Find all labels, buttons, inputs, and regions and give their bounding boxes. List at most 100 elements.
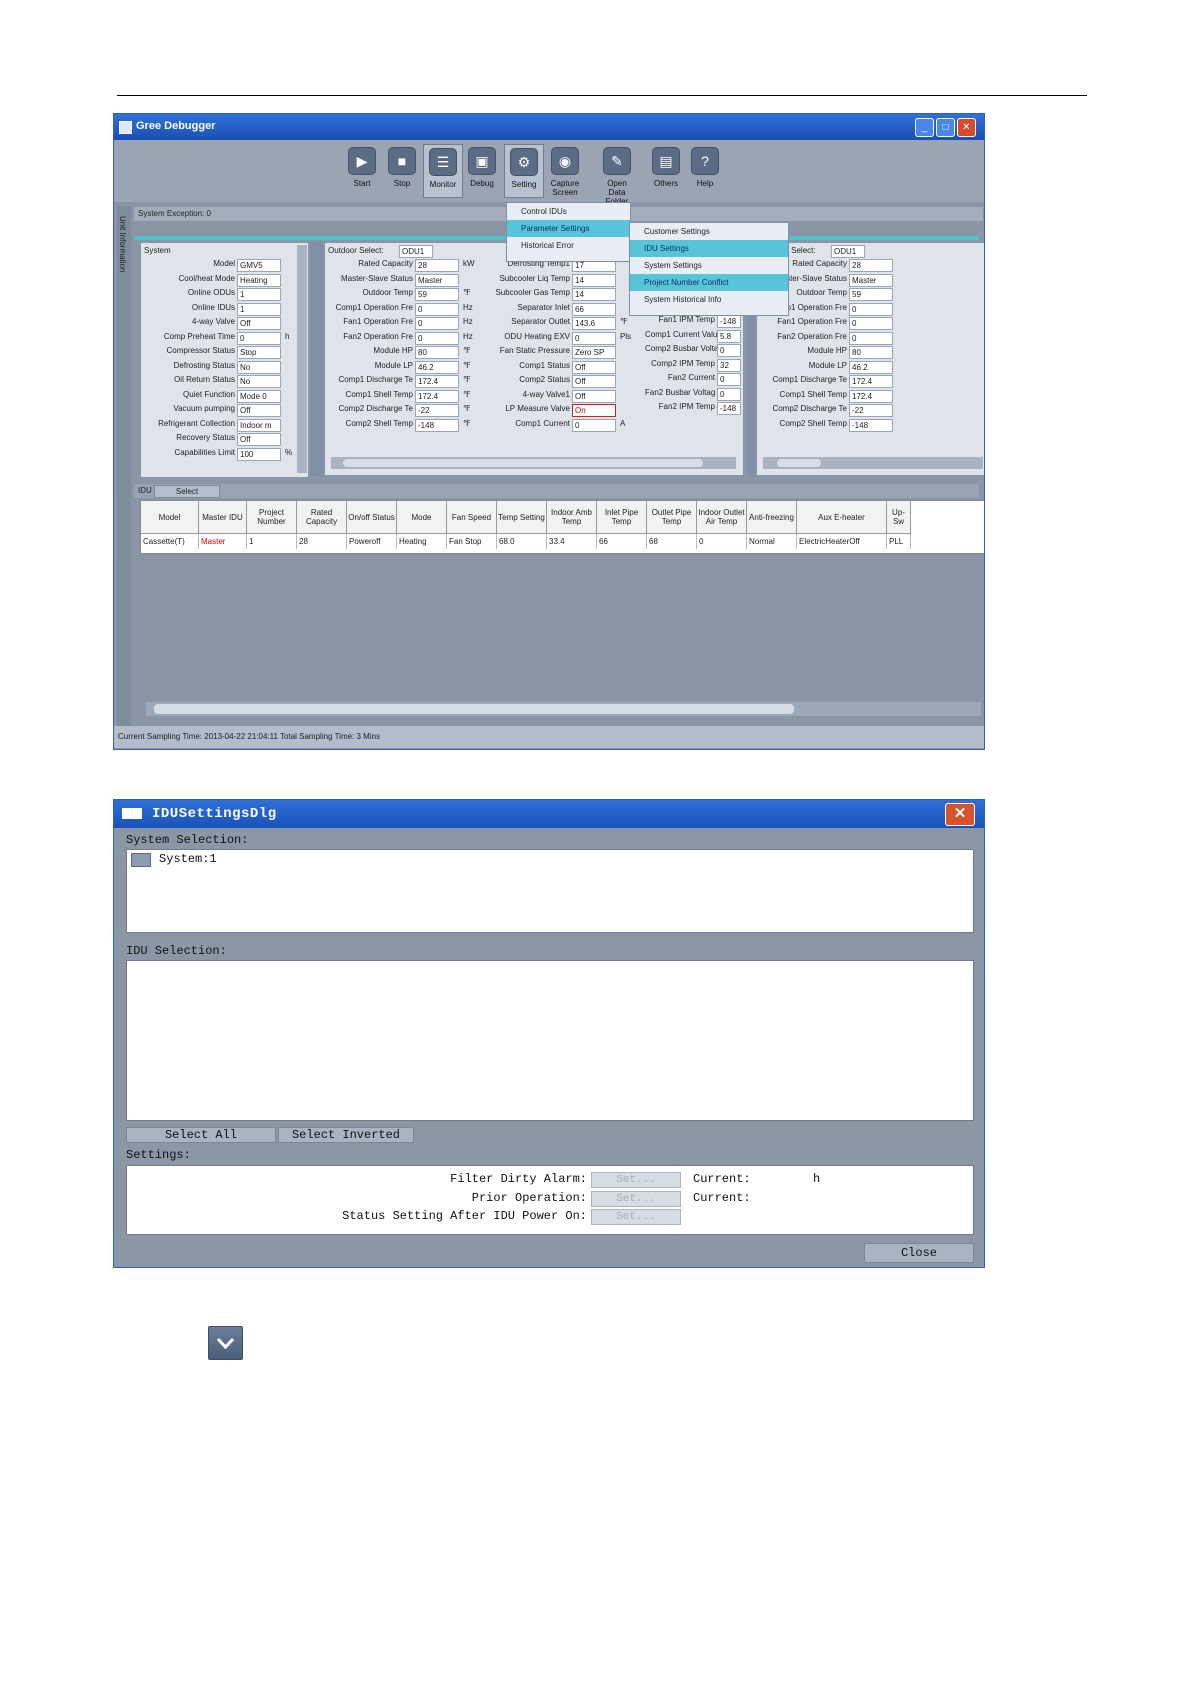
table-header[interactable]: Mode (397, 501, 447, 534)
table-header[interactable]: Temp Setting (497, 501, 547, 534)
table-header[interactable]: Indoor Outlet Air Temp (697, 501, 747, 534)
param-label: Module LP (808, 360, 847, 370)
param-unit: ℉ (463, 389, 471, 399)
outdoor-select-dropdown[interactable]: ODU1 (399, 245, 433, 258)
select-inverted-button[interactable]: Select Inverted (278, 1127, 414, 1143)
param-value: 28 (849, 259, 893, 272)
toolbar-help[interactable]: ? Help (686, 144, 724, 196)
system-checkbox[interactable] (131, 853, 151, 867)
system-panel-scrollbar[interactable] (297, 245, 307, 473)
unit-information-tab[interactable]: Unit Information (117, 206, 131, 736)
param-row: Fan2 IPM Temp -148 (645, 402, 741, 417)
table-header[interactable]: Model (141, 501, 199, 534)
param-value: 0 (849, 317, 893, 330)
table-header[interactable]: Anti-freezing (747, 501, 797, 534)
param-label: Fan2 Operation Fre (777, 331, 847, 341)
param-label: Comp2 Shell Temp (779, 418, 847, 428)
toolbar-start[interactable]: ▶ Start (343, 144, 381, 196)
submenu-system-historical-info[interactable]: System Historical Info (630, 291, 788, 308)
param-row: ODU Heating EXV 0 Pls (490, 331, 640, 347)
param-value: 59 (849, 288, 893, 301)
table-cell: Cassette(T) (141, 534, 199, 549)
toolbar-open-data-folder[interactable]: ✎Open Data Folder (598, 144, 636, 206)
idu-select-button[interactable]: Select (154, 485, 220, 498)
submenu-project-number-conflict[interactable]: Project Number Conflict (630, 274, 788, 291)
table-cell: 68 (647, 534, 697, 549)
param-row: Comp1 Shell Temp 172.4 ℉ (325, 389, 485, 405)
toolbar-others[interactable]: ▤ Others (647, 144, 685, 196)
param-value: 0 (572, 418, 616, 432)
param-row: Compressor Status Stop (141, 346, 297, 361)
param-value: -148 (717, 402, 741, 415)
table-header[interactable]: Master IDU (199, 501, 247, 534)
table-cell: 66 (597, 534, 647, 549)
menu-historical-error[interactable]: Historical Error (507, 237, 630, 254)
param-value: 0 (717, 387, 741, 401)
table-header[interactable]: Project Number (247, 501, 297, 534)
param-value: On (572, 404, 616, 417)
close-icon[interactable]: ✕ (957, 118, 976, 137)
prior-operation-set-button[interactable]: Set... (591, 1191, 681, 1207)
table-cell: Normal (747, 534, 797, 549)
toolbar-stop[interactable]: ■ Stop (383, 144, 421, 196)
filter-dirty-current-label: Current: (693, 1172, 751, 1186)
select-all-button[interactable]: Select All (126, 1127, 276, 1143)
minimize-button[interactable]: _ (915, 118, 934, 137)
param-row: Defrosting Status No (141, 360, 297, 376)
app-icon (119, 121, 132, 134)
param-row: LP Measure Valve On (490, 404, 640, 419)
param-label: Fan2 Busbar Voltag (645, 387, 716, 397)
param-value: 5.8 (717, 329, 741, 343)
table-cell: Heating (397, 534, 447, 549)
menu-parameter-settings[interactable]: Parameter Settings (507, 220, 630, 237)
param-row: Recovery Status Off (141, 433, 297, 448)
param-row: Comp1 Discharge Te 172.4 ℉ (325, 375, 485, 390)
toolbar-capture-screen[interactable]: ◉ Capture Screen (546, 144, 584, 197)
submenu-system-settings[interactable]: System Settings (630, 257, 788, 274)
param-row: Separator Inlet 66 (490, 302, 640, 318)
table-header[interactable]: Inlet Pipe Temp (597, 501, 647, 534)
param-value: 1 (237, 288, 281, 301)
outdoor-right-hscroll[interactable] (763, 457, 983, 469)
param-value: 46.2 (415, 360, 459, 374)
param-value: 66 (572, 302, 616, 316)
param-value: 14 (572, 288, 616, 301)
toolbar-monitor[interactable]: ☰ Monitor (423, 144, 463, 198)
toolbar-debug[interactable]: ▣ Debug (463, 144, 501, 196)
main-hscroll[interactable] (146, 702, 981, 716)
close-button[interactable]: Close (864, 1243, 974, 1263)
table-header[interactable]: Rated Capacity (297, 501, 347, 534)
status-after-power-on-set-button[interactable]: Set... (591, 1209, 681, 1225)
param-unit: kW (463, 259, 475, 268)
param-value: 0 (849, 331, 893, 345)
submenu-idu-settings[interactable]: IDU Settings (630, 240, 788, 257)
filter-dirty-alarm-set-button[interactable]: Set... (591, 1172, 681, 1188)
param-value: No (237, 375, 281, 388)
param-value: 172.4 (415, 375, 459, 388)
outdoor-right-select-dropdown[interactable]: ODU1 (831, 245, 865, 258)
table-cell: Master (199, 534, 247, 549)
menu-control-idus[interactable]: Control IDUs (507, 203, 630, 220)
table-header[interactable]: On/off Status (347, 501, 397, 534)
debug-icon: ▣ (468, 147, 496, 175)
maximize-button[interactable]: □ (936, 118, 955, 137)
system-panel-header: System (144, 246, 171, 255)
submenu-customer-settings[interactable]: Customer Settings (630, 223, 788, 240)
toolbar-setting[interactable]: ⚙ Setting (504, 144, 544, 198)
param-value: 1 (237, 302, 281, 316)
param-label: 4-way Valve1 (522, 389, 570, 399)
table-header[interactable]: Fan Speed (447, 501, 497, 534)
close-icon[interactable]: ✕ (945, 803, 975, 826)
param-label: 4-way Valve (192, 317, 235, 326)
idu-selection-list[interactable] (126, 960, 974, 1121)
table-header[interactable]: Indoor Amb Temp (547, 501, 597, 534)
param-label: LP Measure Valve (505, 404, 570, 413)
table-header[interactable]: Up-Sw (887, 501, 911, 534)
param-value: Heating (237, 273, 281, 287)
table-header[interactable]: Outlet Pipe Temp (647, 501, 697, 534)
param-value: Master (849, 273, 893, 287)
table-header[interactable]: Aux E-heater (797, 501, 887, 534)
outdoor-hscroll[interactable] (331, 457, 736, 469)
param-value: 172.4 (415, 389, 459, 403)
debugger-window: Gree Debugger _ □ ✕ ▶ Start ■ Stop ☰ Monito… (113, 113, 985, 750)
